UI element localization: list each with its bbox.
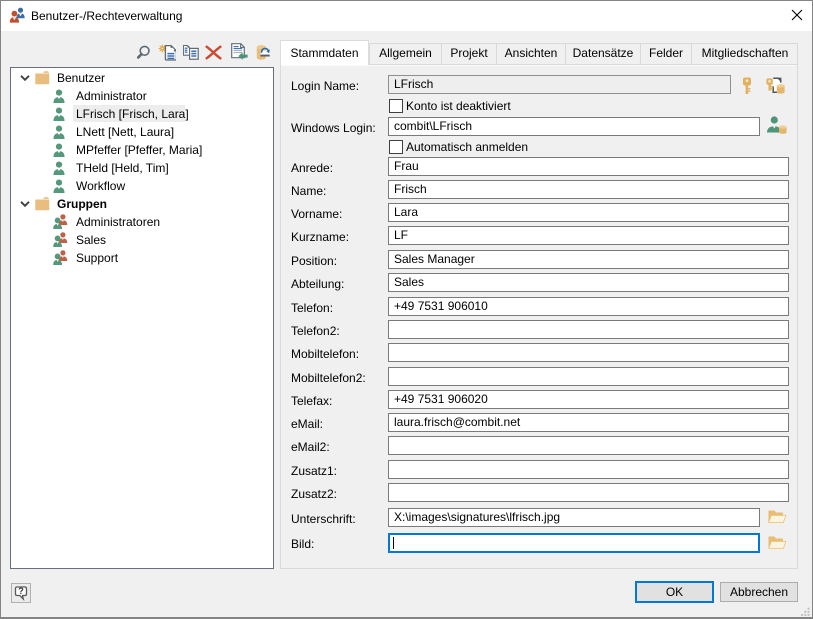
svg-text:?: ?: [18, 586, 24, 596]
